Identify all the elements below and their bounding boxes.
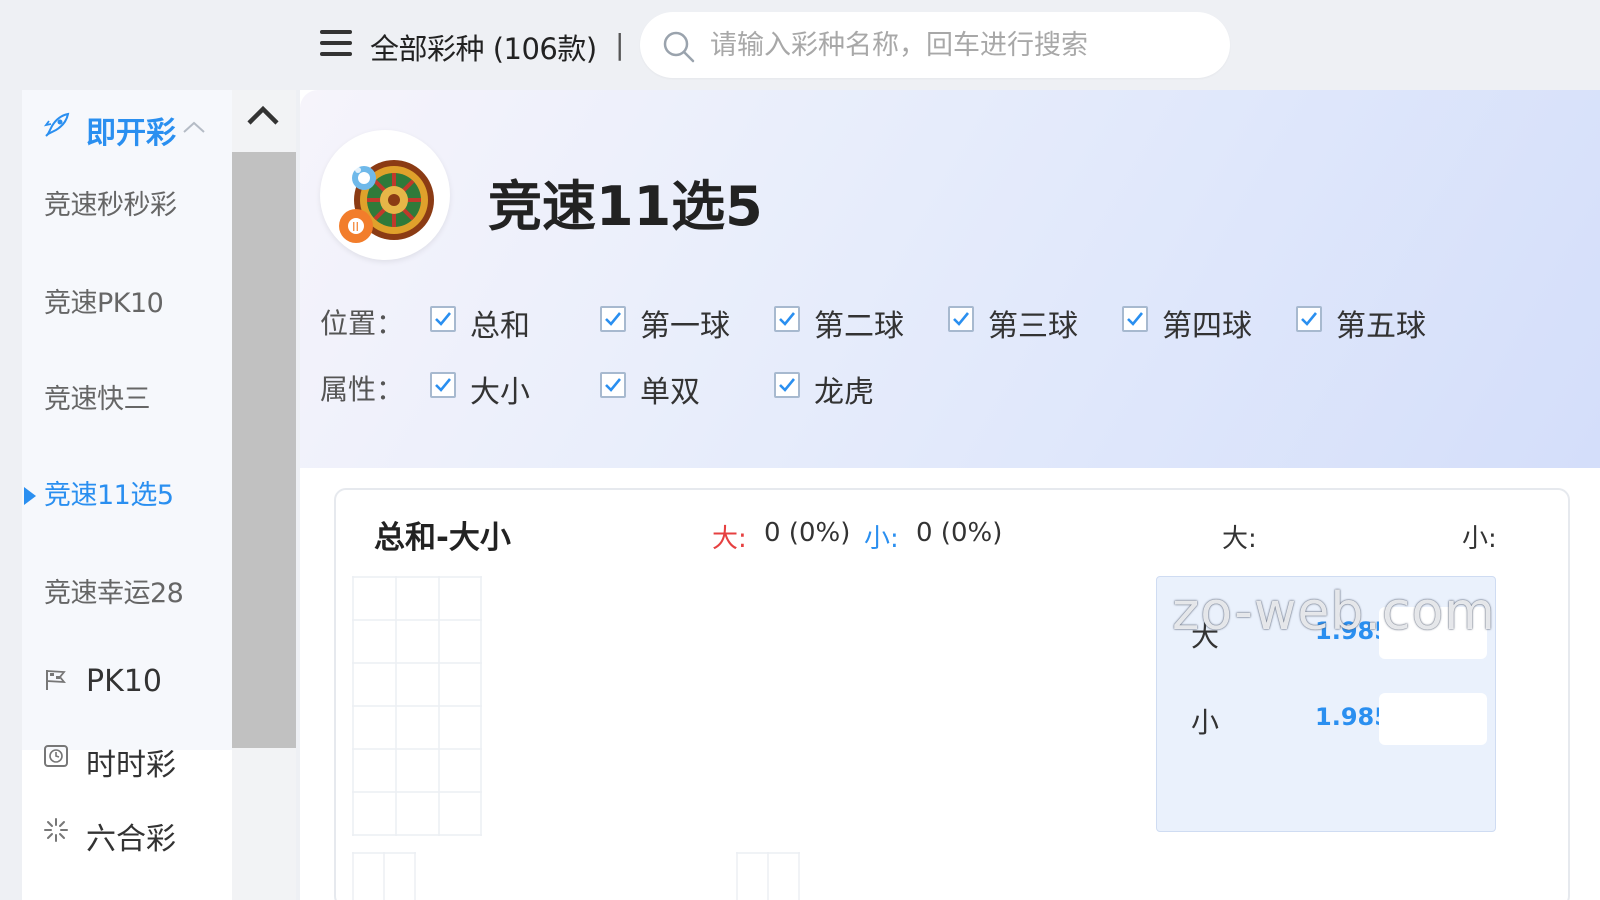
- svg-text:II: II: [352, 220, 359, 234]
- column-head-big: 大:: [1222, 524, 1257, 554]
- sidebar-item-jingsu-lucky28[interactable]: 竞速幸运28: [22, 564, 232, 624]
- result-card: 总和-大小 大: 0 (0%) 小: 0 (0%) 大: 小: 大 1.985 …: [334, 488, 1570, 900]
- hamburger-menu-icon[interactable]: [320, 30, 352, 58]
- small-count-label: 小:: [864, 524, 899, 554]
- card-title: 总和-大小: [374, 520, 511, 556]
- bet-amount-input-big[interactable]: [1379, 607, 1487, 659]
- bet-amount-input-small[interactable]: [1379, 693, 1487, 745]
- chevron-up-icon: [247, 105, 279, 125]
- search-box[interactable]: [640, 12, 1230, 78]
- sidebar-category-label: 时时彩: [86, 748, 176, 783]
- sidebar-item-jingsu-miaomiao[interactable]: 竞速秒秒彩: [22, 176, 232, 236]
- scroll-up-button[interactable]: [232, 90, 296, 150]
- sidebar-item-label: 竞速秒秒彩: [44, 190, 177, 221]
- all-games-title[interactable]: 全部彩种 (106款): [370, 26, 597, 68]
- search-icon: [663, 31, 695, 63]
- big-count-value: 0 (0%): [764, 518, 851, 548]
- game-header: II 竞速11选5 位置： 总和 第一球 第二球 第三球 第四球 第五球 属性：…: [300, 90, 1600, 468]
- chevron-up-icon[interactable]: [182, 120, 206, 134]
- sidebar-category-label: PK10: [86, 664, 162, 699]
- sidebar-item-label: 竞速PK10: [44, 288, 164, 319]
- trend-grid-tertiary: [736, 852, 800, 900]
- roulette-logo-icon: II: [320, 130, 450, 260]
- odds-row-small[interactable]: 小 1.985: [1157, 689, 1497, 749]
- sidebar-scrollbar[interactable]: [232, 90, 296, 900]
- flag-icon: [46, 670, 66, 690]
- odds-name: 大: [1191, 620, 1220, 653]
- main-panel: II 竞速11选5 位置： 总和 第一球 第二球 第三球 第四球 第五球 属性：…: [300, 90, 1600, 900]
- sidebar-category-ssc[interactable]: 时时彩: [22, 728, 232, 788]
- sidebar-item-jingsu-pk10[interactable]: 竞速PK10: [22, 274, 232, 334]
- trend-grid: [352, 576, 482, 836]
- game-title: 竞速11选5: [488, 175, 763, 238]
- position-row-label: 位置：: [320, 307, 405, 340]
- search-input[interactable]: [710, 26, 1210, 64]
- active-arrow-icon: [24, 487, 36, 505]
- big-count-label: 大:: [712, 524, 747, 554]
- sidebar-item-jingsu-11x5[interactable]: 竞速11选5: [22, 466, 232, 526]
- sidebar-category-label: 六合彩: [86, 822, 176, 857]
- sidebar-item-jingsu-k3[interactable]: 竞速快三: [22, 370, 232, 430]
- odds-name: 小: [1191, 706, 1220, 739]
- sidebar-item-label: 竞速11选5: [44, 480, 174, 511]
- sidebar-item-label: 竞速快三: [44, 384, 151, 415]
- odds-row-big[interactable]: 大 1.985: [1157, 603, 1497, 663]
- sidebar-category-pk10[interactable]: PK10: [22, 652, 232, 712]
- column-head-small: 小:: [1462, 524, 1497, 554]
- sidebar-group-label: 即开彩: [86, 116, 176, 151]
- odds-panel: 大 1.985 小 1.985: [1156, 576, 1496, 832]
- scrollbar-thumb[interactable]: [232, 152, 296, 748]
- clock-icon: [44, 745, 68, 767]
- sidebar-item-label: 竞速幸运28: [44, 578, 184, 609]
- attribute-row-label: 属性：: [320, 373, 405, 406]
- sidebar-category-mark-six[interactable]: 六合彩: [22, 802, 232, 862]
- top-bar: 全部彩种 (106款) |: [0, 0, 1600, 86]
- sidebar-group-instant[interactable]: 即开彩: [22, 90, 232, 166]
- sidebar: 即开彩 竞速秒秒彩 竞速PK10 竞速快三 竞速11选5 竞速幸运28 PK10: [22, 90, 232, 900]
- trend-grid-secondary: [352, 852, 416, 900]
- small-count-value: 0 (0%): [916, 518, 1003, 548]
- sparkle-icon: [44, 818, 68, 842]
- rocket-icon: [43, 112, 70, 137]
- title-divider: |: [615, 28, 625, 61]
